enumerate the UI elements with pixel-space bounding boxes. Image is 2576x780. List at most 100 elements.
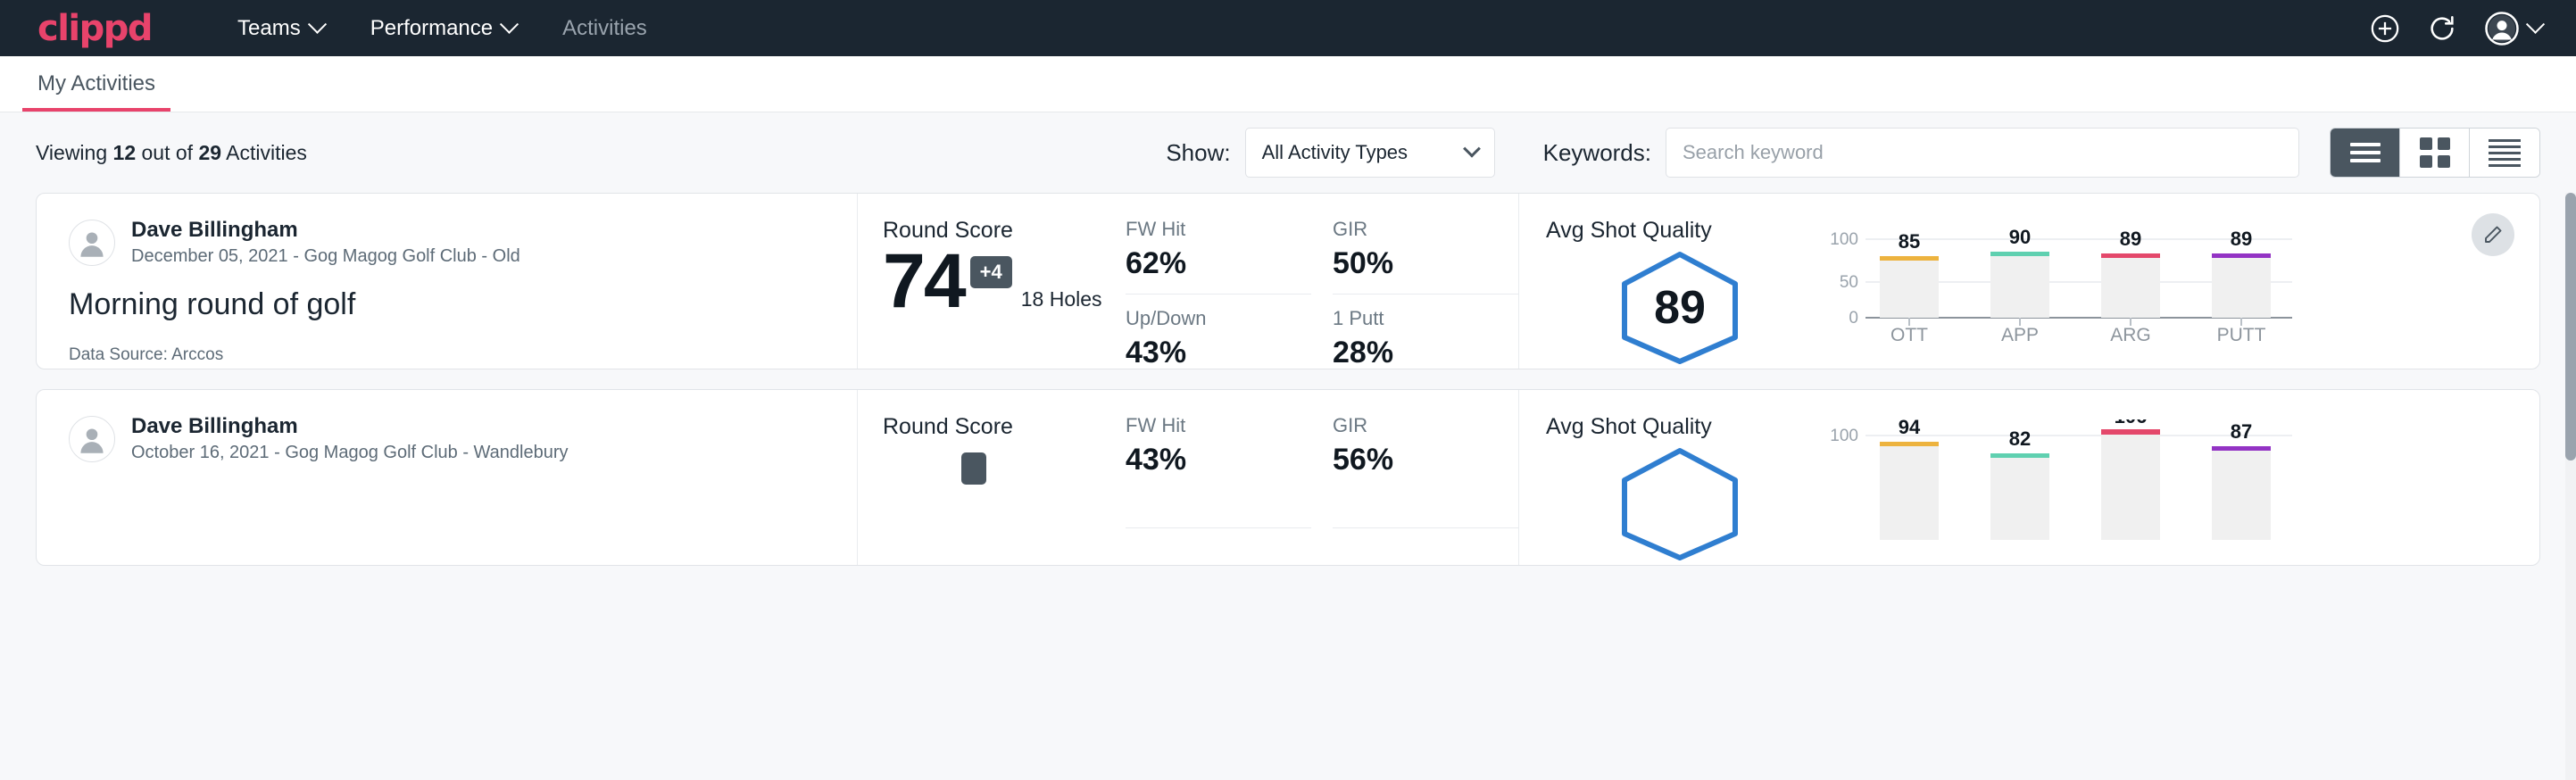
toolbar-controls: Show: All Activity Types Keywords: — [1166, 128, 2540, 178]
stat-fw-hit: FW Hit 62% — [1126, 218, 1311, 295]
activity-card-list: Dave Billingham December 05, 2021 - Gog … — [0, 193, 2576, 566]
tab-my-activities[interactable]: My Activities — [22, 71, 170, 112]
bar-value-ott: 94 — [1899, 419, 1921, 438]
player-info: Dave Billingham December 05, 2021 - Gog … — [131, 218, 520, 268]
clippd-logo[interactable]: clippd — [37, 11, 152, 46]
y-tick-0: 0 — [1849, 309, 1858, 328]
round-score-row — [883, 442, 1126, 485]
scrollbar-thumb[interactable] — [2565, 193, 2576, 461]
activity-card[interactable]: Dave Billingham December 05, 2021 - Gog … — [36, 193, 2540, 369]
nav-item-label: Performance — [370, 16, 493, 41]
data-source-label: Data Source: Arccos — [69, 345, 830, 365]
primary-nav: Teams Performance Activities — [214, 16, 670, 41]
activity-type-value: All Activity Types — [1262, 141, 1408, 164]
round-score-block: Round Score — [858, 390, 1126, 565]
player-row: Dave Billingham December 05, 2021 - Gog … — [69, 218, 830, 268]
activity-meta: December 05, 2021 - Gog Magog Golf Club … — [131, 245, 520, 268]
player-name: Dave Billingham — [131, 414, 569, 439]
shot-quality-block: Avg Shot Quality 89 100 50 0 — [1518, 194, 2539, 369]
viewing-suffix: Activities — [221, 141, 307, 164]
bar-value-arg: 89 — [2120, 228, 2141, 250]
user-menu[interactable] — [2484, 11, 2542, 46]
stat-value: 28% — [1333, 336, 1492, 370]
stat-label: FW Hit — [1126, 218, 1284, 241]
stat-value: 50% — [1333, 246, 1492, 281]
plus-circle-icon[interactable] — [2370, 13, 2400, 44]
round-score-value: 74 — [883, 245, 965, 319]
top-navigation-bar: clippd Teams Performance Activities — [0, 0, 2576, 56]
avatar — [69, 220, 115, 266]
viewing-count: 12 — [113, 141, 137, 164]
stat-value: 43% — [1126, 336, 1284, 370]
nav-item-teams[interactable]: Teams — [214, 16, 347, 41]
nav-item-label: Teams — [237, 16, 301, 41]
avatar — [69, 416, 115, 462]
bar-label-ott: OTT — [1890, 325, 1928, 344]
stat-gir: GIR 56% — [1333, 414, 1518, 528]
player-name: Dave Billingham — [131, 218, 520, 243]
bar-value-app: 82 — [2009, 427, 2031, 450]
bar-value-ott: 85 — [1899, 230, 1920, 253]
grid-icon — [2420, 137, 2450, 168]
bar-ott: 85 OTT — [1880, 230, 1939, 344]
tab-label: My Activities — [37, 71, 155, 95]
stat-up-down: Up/Down 43% — [1126, 295, 1311, 370]
nav-actions — [2370, 11, 2542, 46]
viewing-count-text: Viewing 12 out of 29 Activities — [36, 141, 307, 165]
view-toggle-list[interactable] — [2331, 129, 2400, 177]
player-row: Dave Billingham October 16, 2021 - Gog M… — [69, 414, 830, 464]
bar-value-putt: 89 — [2231, 228, 2252, 250]
search-input[interactable] — [1666, 128, 2299, 178]
hexagon-badge — [1546, 445, 1814, 563]
y-tick-100: 100 — [1830, 230, 1858, 249]
nav-item-activities[interactable]: Activities — [539, 16, 670, 41]
activity-type-select[interactable]: All Activity Types — [1245, 128, 1495, 178]
view-toggle-grid[interactable] — [2400, 129, 2470, 177]
view-toggle-compact[interactable] — [2470, 129, 2539, 177]
avg-shot-quality: Avg Shot Quality — [1546, 414, 1814, 563]
shot-quality-bar-chart: 100 94 82 106 — [1819, 414, 2301, 544]
round-score-row: 74 +4 18 Holes — [883, 245, 1126, 319]
round-stats-grid: FW Hit 62% GIR 50% Up/Down 43% 1 Putt 28… — [1126, 194, 1518, 369]
activity-meta: October 16, 2021 - Gog Magog Golf Club -… — [131, 442, 569, 464]
account-circle-icon[interactable] — [2484, 11, 2520, 46]
nav-item-performance[interactable]: Performance — [347, 16, 539, 41]
stat-gir: GIR 50% — [1333, 218, 1518, 295]
bar-label-app: APP — [2001, 325, 2039, 344]
bar-putt: 89 PUTT — [2212, 228, 2271, 344]
score-to-par-badge — [961, 452, 986, 485]
activity-summary: Dave Billingham October 16, 2021 - Gog M… — [37, 390, 858, 565]
edit-activity-button[interactable] — [2472, 213, 2514, 256]
show-label: Show: — [1166, 139, 1230, 167]
bar-ott: 94 — [1880, 419, 1939, 540]
viewing-prefix: Viewing — [36, 141, 113, 164]
y-tick-100: 100 — [1830, 427, 1858, 445]
shot-quality-block: Avg Shot Quality 100 94 — [1518, 390, 2539, 565]
stat-label: 1 Putt — [1333, 307, 1492, 330]
round-score-block: Round Score 74 +4 18 Holes — [858, 194, 1126, 369]
bar-app: 90 APP — [1990, 226, 2049, 344]
list-icon — [2350, 138, 2381, 167]
stat-label: GIR — [1333, 414, 1492, 437]
bar-arg: 89 ARG — [2101, 228, 2160, 344]
activity-summary: Dave Billingham December 05, 2021 - Gog … — [37, 194, 858, 369]
refresh-icon[interactable] — [2427, 13, 2457, 44]
stat-fw-hit: FW Hit 43% — [1126, 414, 1311, 528]
stat-label: FW Hit — [1126, 414, 1284, 437]
stat-label: Up/Down — [1126, 307, 1284, 330]
bar-label-putt: PUTT — [2217, 325, 2266, 344]
activity-title: Morning round of golf — [69, 287, 830, 322]
activity-card[interactable]: Dave Billingham October 16, 2021 - Gog M… — [36, 389, 2540, 566]
bar-arg: 106 — [2101, 419, 2160, 540]
avg-shot-quality-value: 89 — [1654, 282, 1706, 334]
tab-bar: My Activities — [0, 56, 2576, 112]
chevron-down-icon — [500, 15, 519, 34]
bar-app: 82 — [1990, 427, 2049, 540]
nav-item-label: Activities — [562, 16, 647, 41]
avg-shot-quality: Avg Shot Quality 89 — [1546, 218, 1814, 367]
stat-value: 62% — [1126, 246, 1284, 281]
pencil-icon — [2482, 224, 2504, 245]
chevron-down-icon — [1463, 140, 1481, 158]
holes-played: 18 Holes — [1021, 287, 1102, 311]
bar-value-app: 90 — [2009, 226, 2031, 248]
